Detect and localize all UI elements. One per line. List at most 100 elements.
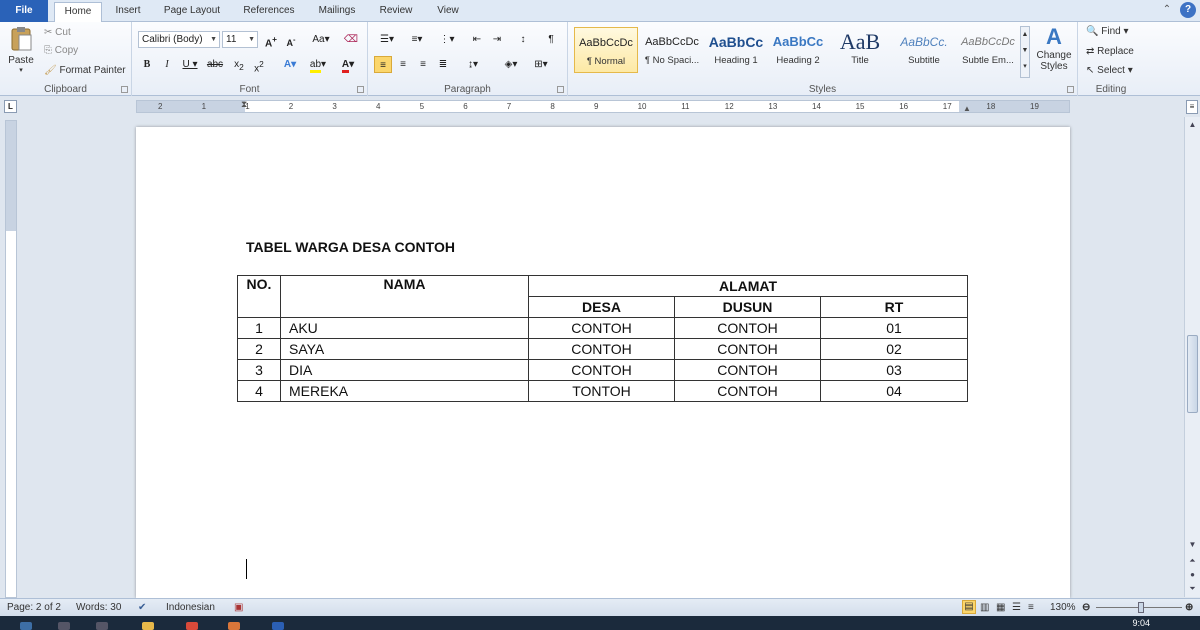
previous-page-icon[interactable]: ⏶ [1187, 555, 1198, 566]
underline-button[interactable]: U ▾ [178, 56, 202, 73]
header-nama: NAMA [280, 275, 529, 318]
clipboard-launcher-icon[interactable] [121, 86, 128, 93]
show-hide-button[interactable]: ¶ [542, 31, 560, 48]
align-center-button[interactable]: ≡ [394, 56, 412, 73]
vertical-ruler[interactable] [5, 120, 17, 598]
style-heading-2[interactable]: AaBbCc Heading 2 [766, 27, 830, 73]
proofing-icon[interactable]: ✔ [138, 599, 146, 616]
numbering-button[interactable]: ≡▾ [404, 31, 430, 48]
multilevel-list-button[interactable]: ⋮▾ [434, 31, 460, 48]
scroll-up-icon[interactable]: ▲ [1187, 119, 1198, 130]
shading-button[interactable]: ◈▾ [498, 56, 524, 73]
decrease-indent-button[interactable]: ⇤ [468, 31, 486, 48]
right-indent-marker-icon[interactable]: ▲ [963, 104, 971, 113]
minimize-ribbon-icon[interactable]: ⌃ [1160, 3, 1174, 17]
style-title[interactable]: AaB Title [828, 27, 892, 73]
italic-button[interactable]: I [158, 56, 176, 73]
clear-formatting-icon[interactable]: ⌫ [342, 31, 360, 48]
bullets-button[interactable]: ☰▾ [374, 31, 400, 48]
zoom-level[interactable]: 130% [1050, 599, 1076, 616]
font-size-select[interactable]: 11 ▼ [222, 31, 258, 48]
document-page[interactable]: TABEL WARGA DESA CONTOH NO. NAMA ALAMAT … [136, 127, 1070, 598]
align-left-button[interactable]: ≡ [374, 56, 392, 73]
ruler-row: L 2 1 1 2 3 4 5 6 7 8 9 10 11 12 13 14 15 16 17 18 19 ⧗ ▲ ≡ [0, 97, 1200, 117]
style-heading-1[interactable]: AaBbCc Heading 1 [704, 27, 768, 73]
app-icon[interactable] [228, 622, 240, 630]
zoom-slider-thumb[interactable] [1138, 602, 1144, 613]
task-view-icon[interactable] [96, 622, 108, 630]
subscript-button[interactable]: x2 [230, 56, 248, 73]
style-normal[interactable]: AaBbCcDc ¶ Normal [574, 27, 638, 73]
taskbar-clock[interactable]: 9:04 [1132, 618, 1150, 628]
font-family-select[interactable]: Calibri (Body) ▼ [138, 31, 220, 48]
style-subtle-emphasis[interactable]: AaBbCcDc Subtle Em... [956, 27, 1020, 73]
cell-no: 2 [237, 338, 281, 360]
highlight-color-button[interactable]: ab▾ [306, 56, 330, 73]
warga-table[interactable]: NO. NAMA ALAMAT DESA DUSUN RT 1 AKU CONT… [237, 275, 968, 402]
scroll-down-icon[interactable]: ▼ [1187, 539, 1198, 550]
font-color-button[interactable]: A▾ [336, 56, 360, 73]
horizontal-ruler[interactable]: 2 1 1 2 3 4 5 6 7 8 9 10 11 12 13 14 15 16 17 18 19 ⧗ ▲ [136, 99, 1070, 113]
macro-recording-icon[interactable]: ▣ [234, 599, 243, 616]
cut-button[interactable]: ✂ Cut [44, 27, 71, 38]
tab-mailings[interactable]: Mailings [310, 2, 364, 22]
outline-view-icon[interactable]: ☰ [1012, 599, 1021, 616]
justify-button[interactable]: ≣ [434, 56, 452, 73]
superscript-button[interactable]: x2 [250, 56, 268, 74]
styles-scroll[interactable]: ▲ ▼ ▾ [1020, 26, 1030, 78]
bold-button[interactable]: B [138, 56, 156, 73]
borders-button[interactable]: ⊞▾ [528, 56, 554, 73]
scrollbar-thumb[interactable] [1187, 335, 1198, 413]
start-icon[interactable] [20, 622, 32, 630]
language-indicator[interactable]: Indonesian [166, 599, 215, 616]
sort-button[interactable]: ↕ [514, 31, 532, 48]
page-indicator[interactable]: Page: 2 of 2 [7, 599, 61, 616]
file-explorer-icon[interactable] [142, 622, 154, 630]
align-right-button[interactable]: ≡ [414, 56, 432, 73]
style-subtitle[interactable]: AaBbCc. Subtitle [892, 27, 956, 73]
indent-marker-icon[interactable]: ⧗ [241, 99, 247, 110]
view-ruler-button[interactable]: ≡ [1186, 100, 1198, 114]
paste-dropdown-icon[interactable]: ▾ [6, 66, 36, 74]
select-button[interactable]: ↖ Select ▾ [1086, 65, 1133, 76]
tab-insert[interactable]: Insert [108, 2, 148, 22]
copy-button[interactable]: ⎘ Copy [44, 45, 78, 56]
word-count[interactable]: Words: 30 [76, 599, 121, 616]
draft-view-icon[interactable]: ≡ [1028, 599, 1034, 616]
tab-file[interactable]: File [0, 0, 48, 22]
zoom-in-icon[interactable]: ⊕ [1185, 599, 1193, 616]
tab-references[interactable]: References [236, 2, 302, 22]
paragraph-launcher-icon[interactable] [557, 86, 564, 93]
styles-launcher-icon[interactable] [1067, 86, 1074, 93]
change-case-button[interactable]: Aa▾ [308, 31, 334, 48]
format-painter-button[interactable]: 🖌 Format Painter [44, 65, 126, 76]
help-icon[interactable]: ? [1180, 2, 1196, 18]
search-icon[interactable] [58, 622, 70, 630]
strikethrough-button[interactable]: abc [206, 56, 224, 73]
shrink-font-button[interactable]: A- [282, 31, 300, 48]
tab-home[interactable]: Home [54, 2, 102, 23]
paste-button[interactable]: Paste ▾ [6, 26, 36, 74]
text-effects-button[interactable]: A▾ [278, 56, 302, 73]
browser-icon[interactable] [186, 622, 198, 630]
vertical-scrollbar[interactable]: ▲ ▼ ⏶ ● ⏷ [1184, 117, 1200, 597]
print-layout-view-icon[interactable]: ▤ [962, 600, 976, 614]
word-app-icon[interactable] [272, 622, 284, 630]
line-spacing-button[interactable]: ↨▾ [460, 56, 486, 73]
change-styles-button[interactable]: A Change Styles [1034, 24, 1074, 72]
tab-view[interactable]: View [428, 2, 468, 22]
find-button[interactable]: 🔍 Find ▾ [1086, 26, 1129, 37]
full-screen-view-icon[interactable]: ▥ [980, 599, 989, 616]
font-launcher-icon[interactable] [357, 86, 364, 93]
grow-font-button[interactable]: A+ [262, 31, 280, 49]
replace-button[interactable]: ⇄ Replace [1086, 46, 1134, 57]
web-layout-view-icon[interactable]: ▦ [996, 599, 1005, 616]
next-page-icon[interactable]: ⏷ [1187, 583, 1198, 594]
increase-indent-button[interactable]: ⇥ [488, 31, 506, 48]
tab-selector-button[interactable]: L [4, 100, 17, 113]
tab-review[interactable]: Review [372, 2, 420, 22]
tab-page-layout[interactable]: Page Layout [158, 2, 226, 22]
browse-object-icon[interactable]: ● [1187, 569, 1198, 580]
zoom-out-icon[interactable]: ⊖ [1082, 599, 1090, 616]
style-no-spacing[interactable]: AaBbCcDc ¶ No Spaci... [640, 27, 704, 73]
